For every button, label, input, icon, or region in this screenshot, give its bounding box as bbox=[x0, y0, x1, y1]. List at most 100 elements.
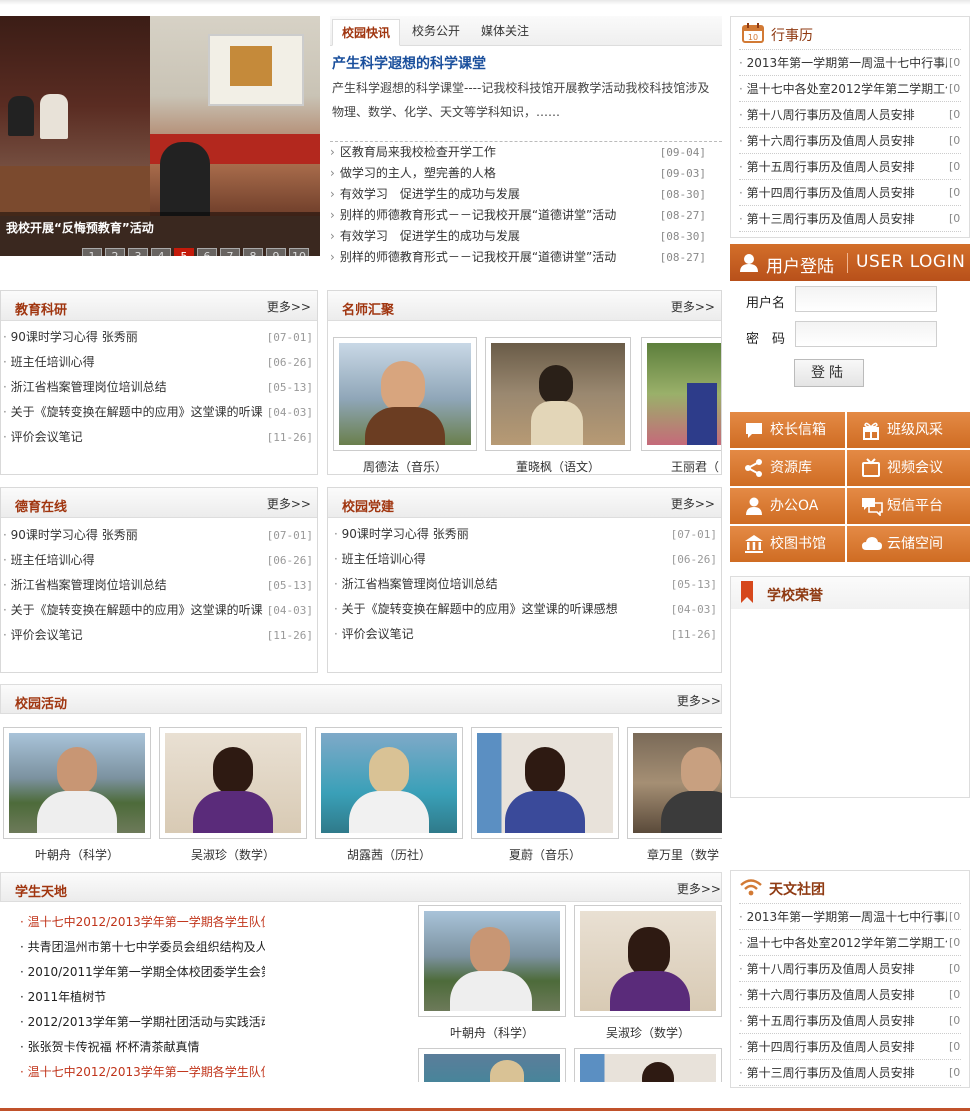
list-item[interactable]: · 温十七中各处室2012学年第二学期工作[09 bbox=[739, 76, 961, 102]
slide-page-button[interactable]: 8 bbox=[243, 248, 263, 256]
list-item-title[interactable]: 温十七中各处室2012学年第二学期工作 bbox=[747, 82, 958, 96]
slide-page-button[interactable]: 3 bbox=[128, 248, 148, 256]
list-item[interactable]: · 评价会议笔记 [11-26] bbox=[1, 623, 317, 648]
list-item-title[interactable]: 第十八周行事历及值周人员安排 bbox=[747, 108, 915, 122]
quick-link-cloud-storage[interactable]: 云储空间 bbox=[847, 526, 970, 562]
student-item[interactable]: · 2011年植树节 bbox=[20, 985, 265, 1010]
more-link[interactable]: 更多>> bbox=[677, 880, 721, 897]
more-link[interactable]: 更多>> bbox=[267, 495, 311, 512]
student-item[interactable]: · 2012/2013学年第一学期社团活动与实践活动 bbox=[20, 1010, 265, 1035]
tab-campus-news[interactable]: 校园快讯 bbox=[332, 19, 401, 46]
list-item-title[interactable]: 第十三周行事历及值周人员安排 bbox=[747, 212, 915, 226]
student-item[interactable]: · 2010/2011学年第一学期全体校团委学生会第 bbox=[20, 960, 265, 985]
list-item[interactable]: · 浙江省档案管理岗位培训总结 [05-13] bbox=[328, 572, 721, 597]
student-item[interactable]: · 共青团温州市第十七中学委员会组织结构及人员 bbox=[20, 935, 265, 960]
list-item[interactable]: · 第十三周行事历及值周人员安排 [09 bbox=[739, 1060, 961, 1086]
student-item-title[interactable]: 2010/2011学年第一学期全体校团委学生会第 bbox=[28, 965, 265, 979]
tab-school-affairs[interactable]: 校务公开 bbox=[403, 18, 469, 45]
list-item-title[interactable]: 2013年第一学期第一周温十七中行事历 bbox=[747, 56, 958, 70]
slide-page-button[interactable]: 4 bbox=[151, 248, 171, 256]
list-item[interactable]: · 90课时学习心得 张秀丽 [07-01] bbox=[1, 325, 317, 350]
student-item-title[interactable]: 共青团温州市第十七中学委员会组织结构及人员 bbox=[28, 940, 265, 954]
more-link[interactable]: 更多>> bbox=[267, 298, 311, 315]
list-item-title[interactable]: 第十五周行事历及值周人员安排 bbox=[747, 160, 915, 174]
list-item-title[interactable]: 评价会议笔记 bbox=[342, 622, 414, 647]
list-item[interactable]: · 第十三周行事历及值周人员安排 [09 bbox=[739, 206, 961, 232]
student-card[interactable] bbox=[418, 1048, 566, 1082]
list-item-title[interactable]: 关于《旋转变换在解题中的应用》这堂课的听课感想 bbox=[342, 597, 618, 622]
student-card[interactable]: 吴淑珍（数学） bbox=[574, 905, 722, 1041]
news-item[interactable]: › 别样的师德教育形式－－记我校开展“道德讲堂”活动 [08-27] bbox=[330, 247, 708, 268]
slide-page-button[interactable]: 5 bbox=[174, 248, 194, 256]
more-link[interactable]: 更多>> bbox=[677, 692, 721, 709]
list-item[interactable]: · 第十四周行事历及值周人员安排 [09 bbox=[739, 1034, 961, 1060]
list-item[interactable]: · 关于《旋转变换在解题中的应用》这堂课的听课感想 [04-03] bbox=[328, 597, 721, 622]
list-item-title[interactable]: 第十四周行事历及值周人员安排 bbox=[747, 186, 915, 200]
list-item-title[interactable]: 第十五周行事历及值周人员安排 bbox=[747, 1014, 915, 1028]
list-item[interactable]: · 评价会议笔记 [11-26] bbox=[328, 622, 721, 647]
list-item[interactable]: · 第十五周行事历及值周人员安排 [09 bbox=[739, 1008, 961, 1034]
student-item-title[interactable]: 温十七中2012/2013学年第一学期各学生队伍 bbox=[28, 915, 265, 929]
news-item[interactable]: › 做学习的主人，塑完善的人格 [09-03] bbox=[330, 163, 708, 184]
list-item[interactable]: · 第十四周行事历及值周人员安排 [09 bbox=[739, 180, 961, 206]
list-item[interactable]: · 班主任培训心得 [06-26] bbox=[1, 350, 317, 375]
slide-page-button[interactable]: 10 bbox=[289, 248, 309, 256]
news-headline[interactable]: 产生科学遐想的科学课堂 bbox=[332, 53, 486, 73]
slide-page-button[interactable]: 1 bbox=[82, 248, 102, 256]
news-item-title[interactable]: 做学习的主人，塑完善的人格 bbox=[340, 166, 496, 180]
quick-link-office-oa[interactable]: 办公OA bbox=[730, 488, 845, 524]
list-item-title[interactable]: 班主任培训心得 bbox=[342, 547, 426, 572]
slide-page-button[interactable]: 2 bbox=[105, 248, 125, 256]
news-item-title[interactable]: 别样的师德教育形式－－记我校开展“道德讲堂”活动 bbox=[340, 208, 616, 222]
list-item-title[interactable]: 关于《旋转变换在解题中的应用》这堂课的听课感想 bbox=[11, 598, 271, 623]
student-item-title[interactable]: 温十七中2012/2013学年第一学期各学生队伍 bbox=[28, 1065, 265, 1079]
student-item[interactable]: · 温十七中2012/2013学年第一学期各学生队伍 bbox=[20, 1060, 265, 1082]
student-item[interactable]: · 张张贺卡传祝福 杯杯清茶献真情 bbox=[20, 1035, 265, 1060]
list-item[interactable]: · 班主任培训心得 [06-26] bbox=[1, 548, 317, 573]
list-item-title[interactable]: 90课时学习心得 张秀丽 bbox=[11, 325, 138, 350]
photo-slideshow[interactable]: 我校开展“反悔预教育”活动 12345678910 bbox=[0, 16, 320, 256]
more-link[interactable]: 更多>> bbox=[671, 495, 715, 512]
list-item-title[interactable]: 第十六周行事历及值周人员安排 bbox=[747, 988, 915, 1002]
student-item-title[interactable]: 2011年植树节 bbox=[28, 990, 107, 1004]
news-item[interactable]: › 有效学习 促进学生的成功与发展 [08-30] bbox=[330, 184, 708, 205]
quick-link-video-conference[interactable]: 视频会议 bbox=[847, 450, 970, 486]
news-item-title[interactable]: 区教育局来我校检查开学工作 bbox=[340, 145, 496, 159]
student-card[interactable]: 叶朝舟（科学） bbox=[418, 905, 566, 1041]
list-item[interactable]: · 90课时学习心得 张秀丽 [07-01] bbox=[1, 523, 317, 548]
list-item[interactable]: · 班主任培训心得 [06-26] bbox=[328, 547, 721, 572]
list-item-title[interactable]: 第十三周行事历及值周人员安排 bbox=[747, 1066, 915, 1080]
list-item-title[interactable]: 关于《旋转变换在解题中的应用》这堂课的听课感想 bbox=[11, 400, 271, 425]
student-item-title[interactable]: 张张贺卡传祝福 杯杯清茶献真情 bbox=[28, 1040, 200, 1054]
quick-link-resource-library[interactable]: 资源库 bbox=[730, 450, 845, 486]
list-item[interactable]: · 第十六周行事历及值周人员安排 [09 bbox=[739, 128, 961, 154]
news-item[interactable]: › 别样的师德教育形式－－记我校开展“道德讲堂”活动 [08-27] bbox=[330, 205, 708, 226]
more-link[interactable]: 更多>> bbox=[671, 298, 715, 315]
list-item-title[interactable]: 2013年第一学期第一周温十七中行事历 bbox=[747, 910, 958, 924]
list-item[interactable]: · 关于《旋转变换在解题中的应用》这堂课的听课感想 [04-03] bbox=[1, 598, 317, 623]
password-field[interactable] bbox=[795, 321, 937, 347]
list-item[interactable]: · 第十六周行事历及值周人员安排 [09 bbox=[739, 982, 961, 1008]
list-item[interactable]: · 2013年第一学期第一周温十七中行事历[09 bbox=[739, 50, 961, 76]
list-item[interactable]: · 浙江省档案管理岗位培训总结 [05-13] bbox=[1, 573, 317, 598]
teacher-card[interactable]: 周德法（音乐） bbox=[333, 337, 477, 474]
quick-link-class-showcase[interactable]: 班级风采 bbox=[847, 412, 970, 448]
list-item-title[interactable]: 班主任培训心得 bbox=[11, 350, 95, 375]
list-item-title[interactable]: 第十八周行事历及值周人员安排 bbox=[747, 962, 915, 976]
list-item[interactable]: · 90课时学习心得 张秀丽 [07-01] bbox=[328, 522, 721, 547]
quick-link-principal-mailbox[interactable]: 校长信箱 bbox=[730, 412, 845, 448]
list-item-title[interactable]: 温十七中各处室2012学年第二学期工作 bbox=[747, 936, 958, 950]
slide-page-button[interactable]: 6 bbox=[197, 248, 217, 256]
tab-media-focus[interactable]: 媒体关注 bbox=[472, 18, 538, 45]
list-item[interactable]: · 评价会议笔记 [11-26] bbox=[1, 425, 317, 450]
student-item[interactable]: · 温十七中2012/2013学年第一学期各学生队伍 bbox=[20, 910, 265, 935]
quick-link-sms-platform[interactable]: 短信平台 bbox=[847, 488, 970, 524]
news-item-title[interactable]: 有效学习 促进学生的成功与发展 bbox=[340, 187, 520, 201]
list-item[interactable]: · 2013年第一学期第一周温十七中行事历[09 bbox=[739, 904, 961, 930]
news-item[interactable]: › 区教育局来我校检查开学工作 [09-04] bbox=[330, 142, 708, 163]
activity-card[interactable]: 胡露茜（历社） bbox=[315, 727, 463, 863]
list-item-title[interactable]: 浙江省档案管理岗位培训总结 bbox=[342, 572, 498, 597]
news-item-title[interactable]: 有效学习 促进学生的成功与发展 bbox=[340, 229, 520, 243]
activity-card[interactable]: 章万里（数学 bbox=[627, 727, 722, 863]
activity-card[interactable]: 夏蔚（音乐） bbox=[471, 727, 619, 863]
